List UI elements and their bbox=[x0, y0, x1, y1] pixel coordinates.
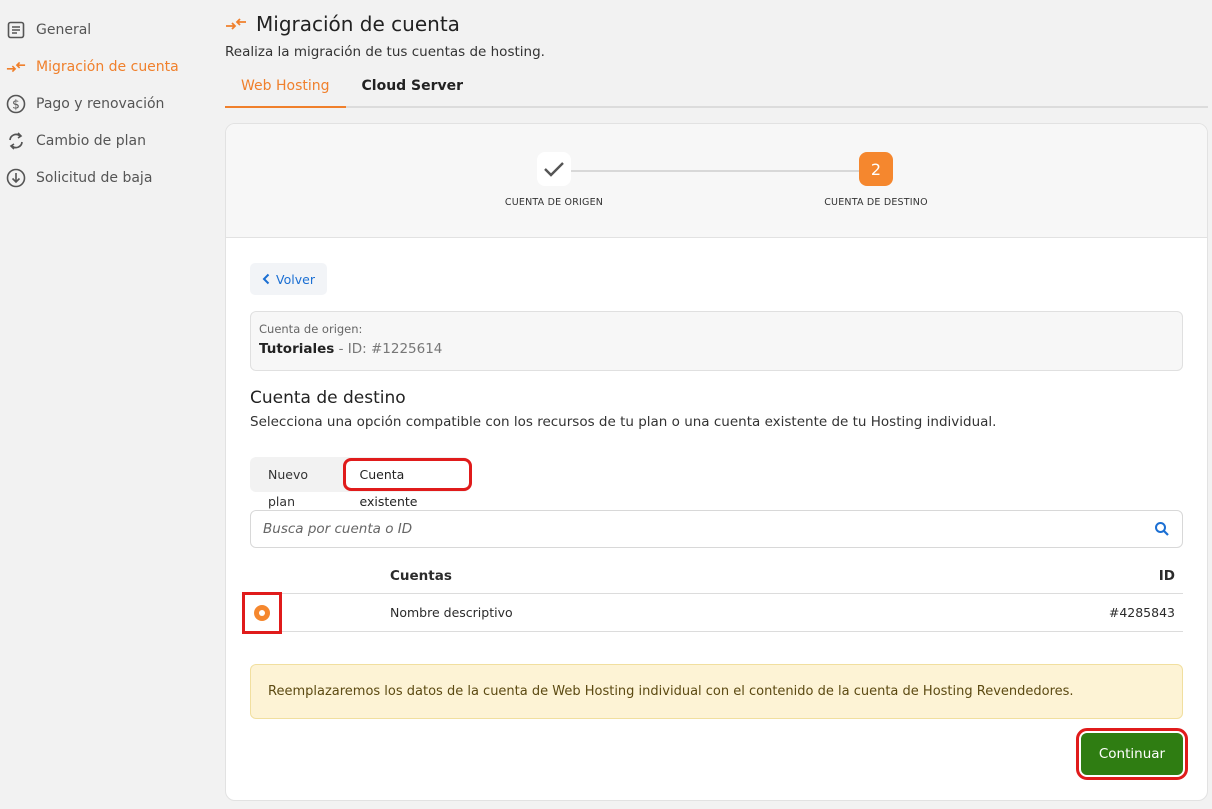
step-origin: CUENTA DE ORIGEN bbox=[474, 152, 634, 208]
section-title: Cuenta de destino bbox=[250, 388, 406, 408]
origin-account-box: Cuenta de origen: Tutoriales - ID: #1225… bbox=[250, 311, 1183, 371]
stepper: CUENTA DE ORIGEN 2 CUENTA DE DESTINO bbox=[226, 124, 1207, 238]
sidebar-item-label: Cambio de plan bbox=[36, 132, 146, 149]
origin-id: - ID: #1225614 bbox=[334, 341, 443, 357]
option-new-plan[interactable]: Nuevo plan bbox=[254, 461, 346, 509]
sidebar-item-label: Migración de cuenta bbox=[36, 58, 179, 75]
sidebar-item-migracion[interactable]: Migración de cuenta bbox=[0, 48, 215, 85]
row-select-cell bbox=[242, 591, 390, 634]
table-header: Cuentas ID bbox=[250, 558, 1183, 594]
search-box bbox=[250, 510, 1183, 548]
step-destination: 2 CUENTA DE DESTINO bbox=[796, 152, 956, 208]
search-icon[interactable] bbox=[1154, 521, 1170, 537]
step-number: 2 bbox=[859, 152, 893, 186]
sidebar-item-pago[interactable]: $ Pago y renovación bbox=[0, 85, 215, 122]
option-existing-account[interactable]: Cuenta existente bbox=[342, 458, 472, 509]
sidebar-item-cambio[interactable]: Cambio de plan bbox=[0, 122, 215, 159]
step-label: CUENTA DE ORIGEN bbox=[504, 197, 604, 208]
tab-cloud-server[interactable]: Cloud Server bbox=[346, 74, 480, 108]
destination-type-toggle: Nuevo plan Cuenta existente bbox=[250, 457, 472, 509]
chevron-left-icon bbox=[262, 273, 270, 285]
header-id: ID bbox=[1158, 567, 1175, 584]
origin-caption: Cuenta de origen: bbox=[259, 322, 363, 336]
page-title: Migración de cuenta bbox=[256, 12, 460, 36]
account-id: #4285843 bbox=[1108, 605, 1175, 620]
section-description: Selecciona una opción compatible con los… bbox=[250, 414, 997, 430]
step-label: CUENTA DE DESTINO bbox=[824, 197, 928, 208]
svg-text:$: $ bbox=[12, 97, 20, 111]
migration-card: CUENTA DE ORIGEN 2 CUENTA DE DESTINO Vol… bbox=[225, 123, 1208, 801]
account-name: Nombre descriptivo bbox=[390, 605, 513, 620]
download-circle-icon bbox=[6, 168, 26, 188]
check-icon bbox=[537, 152, 571, 186]
migrate-arrows-icon bbox=[225, 13, 247, 35]
sidebar-item-label: Solicitud de baja bbox=[36, 169, 153, 186]
main-content: Migración de cuenta Realiza la migración… bbox=[225, 0, 1210, 801]
sidebar-item-baja[interactable]: Solicitud de baja bbox=[0, 159, 215, 196]
sidebar-item-label: Pago y renovación bbox=[36, 95, 165, 112]
header-accounts: Cuentas bbox=[390, 567, 452, 584]
account-radio[interactable] bbox=[242, 591, 282, 634]
sidebar: General Migración de cuenta $ Pago y ren… bbox=[0, 0, 215, 809]
warning-notice: Reemplazaremos los datos de la cuenta de… bbox=[250, 664, 1183, 719]
back-button-label: Volver bbox=[276, 271, 315, 287]
page-header: Migración de cuenta bbox=[225, 11, 1210, 37]
document-icon bbox=[6, 20, 26, 40]
accounts-table: Cuentas ID Nombre descriptivo #4285843 bbox=[242, 558, 1183, 634]
refresh-icon bbox=[6, 131, 26, 151]
page-subtitle: Realiza la migración de tus cuentas de h… bbox=[225, 44, 545, 60]
tab-web-hosting[interactable]: Web Hosting bbox=[225, 74, 346, 108]
table-row[interactable]: Nombre descriptivo #4285843 bbox=[242, 591, 1183, 634]
continue-button[interactable]: Continuar bbox=[1076, 728, 1188, 780]
dollar-icon: $ bbox=[6, 94, 26, 114]
tab-bar: Web Hosting Cloud Server bbox=[225, 74, 1208, 108]
origin-name: Tutoriales bbox=[259, 341, 335, 357]
sidebar-item-general[interactable]: General bbox=[0, 11, 215, 48]
origin-value: Tutoriales - ID: #1225614 bbox=[259, 341, 1174, 357]
back-button[interactable]: Volver bbox=[250, 263, 327, 295]
sidebar-item-label: General bbox=[36, 21, 92, 38]
radio-selected-icon bbox=[254, 604, 270, 621]
search-input[interactable] bbox=[263, 521, 1154, 537]
migrate-arrows-icon bbox=[6, 57, 26, 77]
